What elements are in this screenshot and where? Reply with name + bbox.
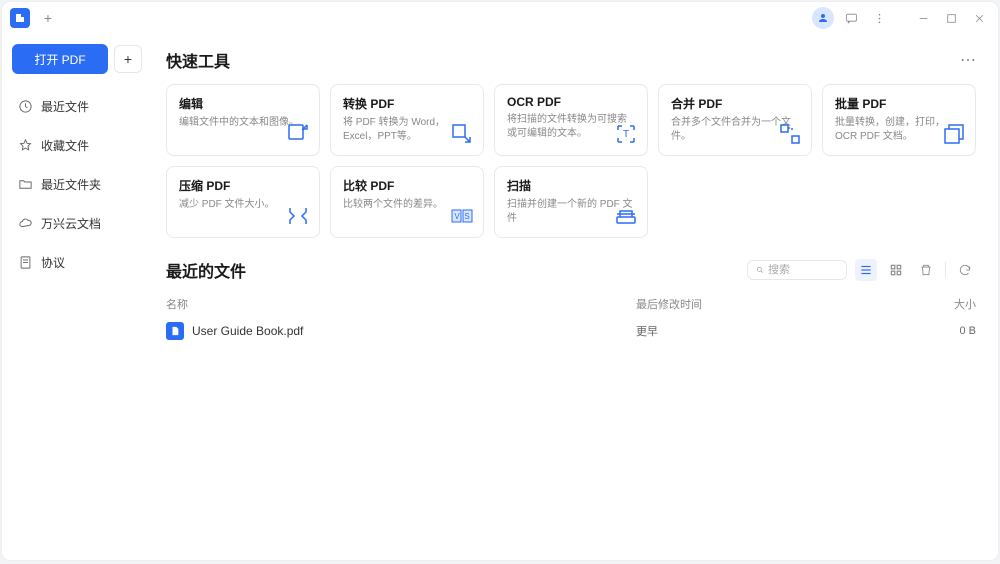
sidebar-item-label: 万兴云文档 — [41, 215, 101, 232]
clock-icon — [18, 99, 33, 114]
user-avatar[interactable] — [812, 7, 834, 29]
refresh-button[interactable] — [954, 259, 976, 281]
card-title: OCR PDF — [507, 95, 635, 109]
table-header: 名称 最后修改时间 大小 — [166, 292, 976, 316]
batch-icon — [941, 121, 967, 147]
svg-text:T: T — [623, 129, 629, 140]
card-ocr[interactable]: OCR PDF 将扫描的文件转换为可搜索或可编辑的文本。 T — [494, 84, 648, 156]
card-batch[interactable]: 批量 PDF 批量转换，创建，打印，OCR PDF 文档。 — [822, 84, 976, 156]
search-field[interactable] — [747, 260, 847, 280]
minimize-button[interactable] — [912, 7, 934, 29]
sidebar-item-label: 最近文件夹 — [41, 176, 101, 193]
sidebar-item-label: 协议 — [41, 254, 65, 271]
card-compress[interactable]: 压缩 PDF 减少 PDF 文件大小。 — [166, 166, 320, 238]
search-icon — [756, 264, 764, 276]
separator — [945, 262, 946, 278]
pdf-file-icon — [166, 322, 184, 340]
more-menu-icon[interactable] — [868, 7, 890, 29]
comment-icon[interactable] — [840, 7, 862, 29]
search-input[interactable] — [768, 264, 838, 276]
merge-icon — [777, 121, 803, 147]
cloud-icon — [18, 216, 33, 231]
column-name: 名称 — [166, 296, 636, 312]
file-name: User Guide Book.pdf — [192, 324, 303, 338]
convert-icon — [449, 121, 475, 147]
list-view-button[interactable] — [855, 259, 877, 281]
sidebar-item-label: 收藏文件 — [41, 137, 89, 154]
sidebar-item-favorites[interactable]: 收藏文件 — [12, 129, 142, 162]
sidebar-item-cloud[interactable]: 万兴云文档 — [12, 207, 142, 240]
file-modified: 更早 — [636, 323, 916, 339]
main-content: 快速工具 ⋯ 编辑 编辑文件中的文本和图像。 转换 PDF 将 PDF 转换为 … — [152, 34, 998, 560]
svg-text:S: S — [464, 212, 469, 221]
column-size: 大小 — [916, 296, 976, 312]
open-pdf-button[interactable]: 打开 PDF — [12, 44, 108, 74]
compare-icon: VS — [449, 203, 475, 229]
document-icon — [18, 255, 33, 270]
column-modified: 最后修改时间 — [636, 296, 916, 312]
close-button[interactable] — [968, 7, 990, 29]
file-row[interactable]: User Guide Book.pdf 更早 0 B — [166, 316, 976, 346]
card-merge[interactable]: 合并 PDF 合并多个文件合并为一个文件。 — [658, 84, 812, 156]
compress-icon — [285, 203, 311, 229]
card-scan[interactable]: 扫描 扫描并创建一个新的 PDF 文件 — [494, 166, 648, 238]
card-title: 批量 PDF — [835, 95, 963, 112]
svg-text:V: V — [454, 212, 460, 221]
ocr-icon: T — [613, 121, 639, 147]
edit-icon — [285, 121, 311, 147]
new-tab-button[interactable]: + — [38, 8, 58, 28]
card-convert[interactable]: 转换 PDF 将 PDF 转换为 Word，Excel，PPT等。 — [330, 84, 484, 156]
sidebar: 打开 PDF + 最近文件 收藏文件 最近文件夹 万兴云文档 协议 — [2, 34, 152, 560]
delete-button[interactable] — [915, 259, 937, 281]
sidebar-item-recent-folders[interactable]: 最近文件夹 — [12, 168, 142, 201]
card-title: 合并 PDF — [671, 95, 799, 112]
add-button[interactable]: + — [114, 45, 142, 73]
grid-view-button[interactable] — [885, 259, 907, 281]
card-edit[interactable]: 编辑 编辑文件中的文本和图像。 — [166, 84, 320, 156]
recent-files-title: 最近的文件 — [166, 258, 246, 282]
card-title: 转换 PDF — [343, 95, 471, 112]
folder-icon — [18, 177, 33, 192]
app-logo-icon — [10, 8, 30, 28]
sidebar-item-agreement[interactable]: 协议 — [12, 246, 142, 279]
card-title: 比较 PDF — [343, 177, 471, 194]
titlebar: + — [2, 2, 998, 34]
sidebar-item-label: 最近文件 — [41, 98, 89, 115]
quick-tools-more-icon[interactable]: ⋯ — [960, 50, 976, 70]
card-compare[interactable]: 比较 PDF 比较两个文件的差异。 VS — [330, 166, 484, 238]
maximize-button[interactable] — [940, 7, 962, 29]
file-size: 0 B — [916, 325, 976, 337]
quick-tools-title: 快速工具 — [166, 48, 230, 72]
card-title: 压缩 PDF — [179, 177, 307, 194]
card-title: 扫描 — [507, 177, 635, 194]
sidebar-item-recent[interactable]: 最近文件 — [12, 90, 142, 123]
star-icon — [18, 138, 33, 153]
scan-icon — [613, 203, 639, 229]
card-title: 编辑 — [179, 95, 307, 112]
